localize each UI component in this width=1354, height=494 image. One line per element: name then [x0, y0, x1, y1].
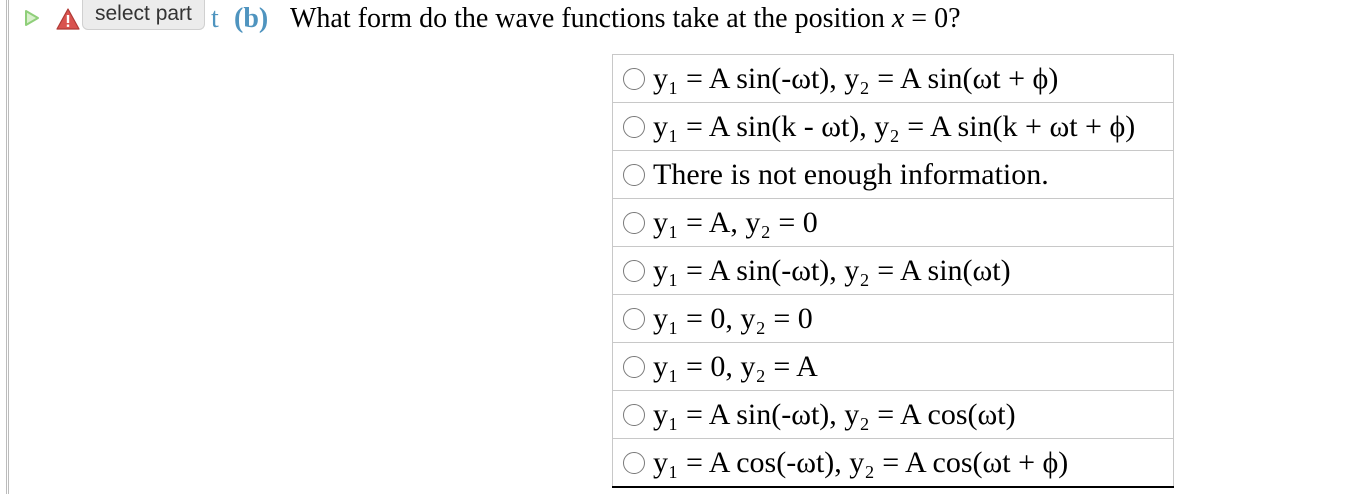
answer-option-row[interactable]: y₁ = A cos(-ωt), y₂ = A cos(ωt + ϕ) — [612, 438, 1174, 488]
answer-option-label: y₁ = A sin(-ωt), y₂ = A cos(ωt) — [653, 397, 1016, 431]
answer-option-label: y₁ = A, y₂ = 0 — [653, 205, 818, 239]
answer-option-cell[interactable]: There is not enough information. — [612, 150, 1174, 199]
answer-option-cell[interactable]: y₁ = A, y₂ = 0 — [612, 198, 1174, 247]
answer-option-cell[interactable]: y₁ = A sin(-ωt), y₂ = A cos(ωt) — [612, 390, 1174, 439]
question-text-end: = 0? — [904, 3, 961, 34]
answer-option-label: There is not enough information. — [653, 157, 1049, 191]
left-margin-rule — [6, 0, 9, 494]
answer-option-cell[interactable]: y₁ = A cos(-ωt), y₂ = A cos(ωt + ϕ) — [612, 438, 1174, 488]
answer-options-table: y₁ = A sin(-ωt), y₂ = A sin(ωt + ϕ) y₁ = … — [612, 54, 1174, 488]
answer-option-label: y₁ = 0, y₂ = 0 — [653, 301, 813, 335]
radio-button[interactable] — [623, 259, 645, 282]
question-text: What form do the wave functions take at … — [290, 2, 961, 36]
answer-option-cell[interactable]: y₁ = A sin(k - ωt), y₂ = A sin(k + ωt + … — [612, 102, 1174, 151]
answer-option-row[interactable]: y₁ = A sin(-ωt), y₂ = A cos(ωt) — [612, 390, 1174, 439]
warning-icon — [56, 8, 80, 30]
answer-option-label: y₁ = 0, y₂ = A — [653, 349, 818, 383]
radio-button[interactable] — [623, 67, 645, 90]
play-triangle-icon[interactable] — [24, 9, 40, 27]
question-variable: x — [891, 3, 905, 34]
answer-option-row[interactable]: y₁ = A sin(k - ωt), y₂ = A sin(k + ωt + … — [612, 102, 1174, 151]
radio-button[interactable] — [623, 451, 645, 474]
answer-option-cell[interactable]: y₁ = 0, y₂ = 0 — [612, 294, 1174, 343]
select-part-button[interactable]: select part — [82, 0, 205, 30]
answer-option-row[interactable]: There is not enough information. — [612, 150, 1174, 199]
answer-option-row[interactable]: y₁ = A sin(-ωt), y₂ = A sin(ωt) — [612, 246, 1174, 295]
answer-option-label: y₁ = A cos(-ωt), y₂ = A cos(ωt + ϕ) — [653, 445, 1069, 479]
answer-option-cell[interactable]: y₁ = A sin(-ωt), y₂ = A sin(ωt + ϕ) — [612, 54, 1174, 103]
question-text-start: What form do the wave functions take at … — [290, 3, 892, 34]
answer-option-row[interactable]: y₁ = A sin(-ωt), y₂ = A sin(ωt + ϕ) — [612, 54, 1174, 103]
radio-button[interactable] — [623, 163, 645, 186]
answer-option-row[interactable]: y₁ = A, y₂ = 0 — [612, 198, 1174, 247]
answer-option-label: y₁ = A sin(-ωt), y₂ = A sin(ωt) — [653, 253, 1011, 287]
radio-button[interactable] — [623, 211, 645, 234]
answer-option-row[interactable]: y₁ = 0, y₂ = 0 — [612, 294, 1174, 343]
radio-button[interactable] — [623, 355, 645, 378]
answer-option-label: y₁ = A sin(k - ωt), y₂ = A sin(k + ωt + … — [653, 109, 1136, 143]
part-label: (b) — [234, 3, 269, 34]
radio-button[interactable] — [623, 115, 645, 138]
answer-option-label: y₁ = A sin(-ωt), y₂ = A sin(ωt + ϕ) — [653, 61, 1059, 95]
answer-option-cell[interactable]: y₁ = 0, y₂ = A — [612, 342, 1174, 391]
radio-button[interactable] — [623, 403, 645, 426]
radio-button[interactable] — [623, 307, 645, 330]
answer-option-row[interactable]: y₁ = 0, y₂ = A — [612, 342, 1174, 391]
answer-option-cell[interactable]: y₁ = A sin(-ωt), y₂ = A sin(ωt) — [612, 246, 1174, 295]
part-label-partial: t — [211, 3, 219, 34]
